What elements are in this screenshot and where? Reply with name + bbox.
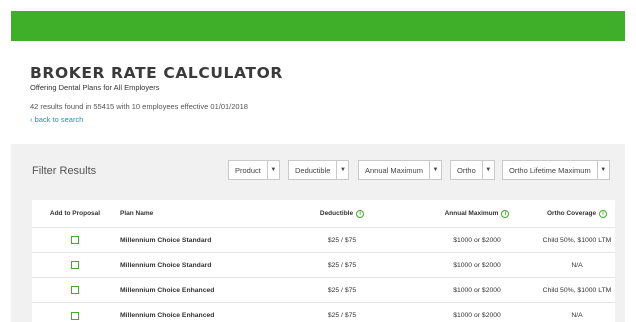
header-ortho-coverage: Ortho Coverage i: [527, 200, 627, 227]
chevron-down-icon[interactable]: ▼: [337, 160, 350, 180]
plan-name: Millennium Choice Standard: [120, 236, 212, 244]
header-deductible-label: Deductible: [319, 210, 354, 217]
chevron-down-icon[interactable]: ▼: [267, 160, 280, 180]
filter-product-label[interactable]: Product: [228, 160, 268, 180]
filter-panel: Filter Results Product ▼ Deductible ▼ An…: [11, 144, 625, 322]
plan-deductible: $25 / $75: [327, 312, 357, 319]
plan-ortho-coverage: N/A: [571, 312, 583, 319]
plan-deductible: $25 / $75: [327, 261, 357, 269]
plans-table: Add to Proposal Plan Name Deductible i A…: [32, 200, 615, 322]
plan-annual-maximum: $1000 or $2000: [453, 312, 501, 319]
plan-ortho-coverage: Child 50%, $1000 LTM: [542, 236, 612, 244]
back-to-search-link[interactable]: ‹ back to search: [30, 115, 283, 124]
filter-annual-maximum[interactable]: Annual Maximum ▼: [358, 160, 442, 180]
chevron-down-icon[interactable]: ▼: [429, 160, 442, 180]
filter-ortho-lifetime-maximum-label[interactable]: Ortho Lifetime Maximum: [502, 160, 598, 180]
header-plan-name: Plan Name: [120, 210, 154, 217]
info-icon[interactable]: i: [356, 209, 365, 218]
info-icon[interactable]: i: [501, 209, 510, 218]
info-icon[interactable]: i: [599, 209, 608, 218]
header-annual-maximum-label: Annual Maximum: [444, 210, 499, 217]
filter-product[interactable]: Product ▼: [228, 160, 280, 180]
table-header-row: Add to Proposal Plan Name Deductible i A…: [32, 200, 615, 228]
page-header: BROKER RATE CALCULATOR Offering Dental P…: [30, 64, 283, 124]
plan-ortho-coverage: Child 50%, $1000 LTM: [542, 286, 612, 294]
chevron-down-icon[interactable]: ▼: [597, 160, 610, 180]
filter-bar: Product ▼ Deductible ▼ Annual Maximum ▼ …: [11, 160, 625, 180]
table-row: Millennium Choice Standard $25 / $75 $10…: [32, 228, 615, 253]
plan-annual-maximum: $1000 or $2000: [453, 236, 501, 244]
chevron-down-icon[interactable]: ▼: [482, 160, 495, 180]
header-deductible: Deductible i: [282, 200, 402, 227]
filter-annual-maximum-label[interactable]: Annual Maximum: [358, 160, 430, 180]
table-row: Millennium Choice Standard $25 / $75 $10…: [32, 253, 615, 278]
plan-deductible: $25 / $75: [327, 286, 357, 294]
plan-ortho-coverage: N/A: [571, 261, 583, 269]
page-subtitle: Offering Dental Plans for All Employers: [30, 83, 160, 92]
add-to-proposal-checkbox[interactable]: [71, 236, 79, 244]
filter-deductible-label[interactable]: Deductible: [288, 160, 338, 180]
table-row: Millennium Choice Enhanced $25 / $75 $10…: [32, 278, 615, 303]
table-row: Millennium Choice Enhanced $25 / $75 $10…: [32, 303, 615, 322]
header-add-to-proposal: Add to Proposal: [49, 210, 101, 217]
plan-deductible: $25 / $75: [327, 236, 357, 244]
header-ortho-coverage-label: Ortho Coverage: [546, 210, 597, 217]
add-to-proposal-checkbox[interactable]: [71, 286, 79, 294]
add-to-proposal-checkbox[interactable]: [71, 311, 79, 320]
header-annual-maximum: Annual Maximum i: [417, 200, 537, 227]
plan-annual-maximum: $1000 or $2000: [453, 286, 501, 294]
plan-name: Millennium Choice Enhanced: [120, 312, 215, 319]
plan-name: Millennium Choice Enhanced: [120, 286, 215, 294]
filter-deductible[interactable]: Deductible ▼: [288, 160, 350, 180]
results-summary: 42 results found in 55415 with 10 employ…: [30, 102, 248, 111]
filter-ortho[interactable]: Ortho ▼: [450, 160, 495, 180]
add-to-proposal-checkbox[interactable]: [71, 261, 79, 269]
plan-name: Millennium Choice Standard: [120, 261, 212, 269]
filter-ortho-label[interactable]: Ortho: [450, 160, 483, 180]
brand-top-bar: [11, 11, 625, 41]
filter-ortho-lifetime-maximum[interactable]: Ortho Lifetime Maximum ▼: [502, 160, 610, 180]
page-title: BROKER RATE CALCULATOR: [30, 64, 283, 82]
plan-annual-maximum: $1000 or $2000: [453, 261, 501, 269]
